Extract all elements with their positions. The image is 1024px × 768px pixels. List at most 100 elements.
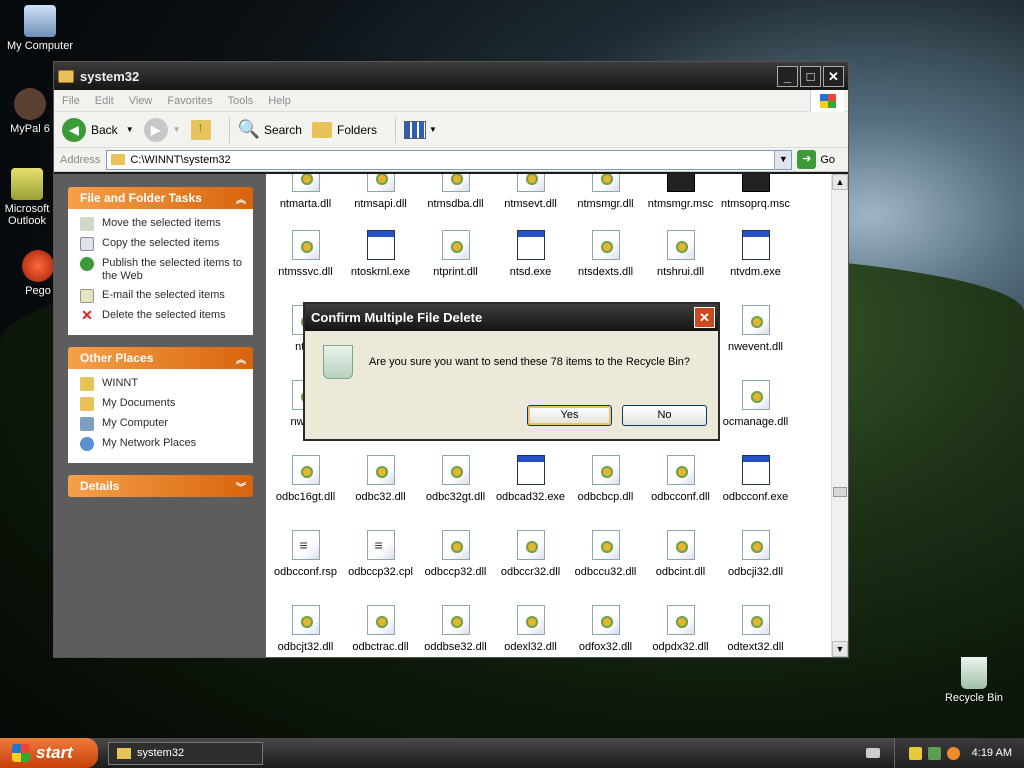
minimize-button[interactable]: _	[777, 65, 798, 87]
file-item[interactable]: ocmanage.dll	[718, 380, 793, 428]
file-item[interactable]: ntshrui.dll	[643, 230, 718, 278]
file-item[interactable]: odtext32.dll	[718, 605, 793, 653]
dialog-titlebar[interactable]: Confirm Multiple File Delete ✕	[305, 304, 718, 331]
security-shield-icon[interactable]	[908, 746, 922, 760]
panel-header[interactable]: File and Folder Tasks ︽	[68, 187, 253, 209]
panel-header[interactable]: Details ︾	[68, 475, 253, 497]
recycle-bin-icon	[323, 345, 353, 379]
scroll-down-icon[interactable]: ▼	[832, 641, 848, 657]
file-item[interactable]: odbc32gt.dll	[418, 455, 493, 503]
place-my-computer[interactable]: My Computer	[80, 417, 253, 431]
file-item[interactable]: ntmsevt.dll	[493, 174, 568, 210]
start-button[interactable]: start	[0, 738, 98, 768]
window-titlebar[interactable]: system32 _ □ ✕	[54, 62, 848, 90]
file-item[interactable]: ntvdm.exe	[718, 230, 793, 278]
dll-file-icon	[441, 455, 470, 485]
address-value: C:\WINNT\system32	[130, 153, 231, 166]
vertical-scrollbar[interactable]: ▲ ▼	[831, 174, 848, 657]
menu-file[interactable]: File	[62, 95, 80, 107]
collapse-icon[interactable]: ︽	[236, 351, 246, 366]
search-icon[interactable]	[946, 746, 960, 760]
go-button[interactable]: ➜ Go	[797, 150, 835, 169]
task-publish[interactable]: Publish the selected items to the Web	[80, 257, 253, 283]
file-name: ntsd.exe	[509, 266, 552, 278]
file-item[interactable]: odfox32.dll	[568, 605, 643, 653]
place-my-network[interactable]: My Network Places	[80, 437, 253, 451]
file-item[interactable]: odbccr32.dll	[493, 530, 568, 578]
expand-icon[interactable]: ︾	[236, 479, 246, 494]
network-icon[interactable]	[927, 746, 941, 760]
task-move[interactable]: Move the selected items	[80, 217, 253, 231]
menu-tools[interactable]: Tools	[228, 95, 254, 107]
collapse-icon[interactable]: ︽	[236, 191, 246, 206]
file-item[interactable]: odbcjt32.dll	[268, 605, 343, 653]
back-button[interactable]: ◀ Back ▼	[62, 117, 134, 142]
panel-header[interactable]: Other Places ︽	[68, 347, 253, 369]
task-delete[interactable]: ✕ Delete the selected items	[80, 308, 253, 323]
file-item[interactable]: ntmsdba.dll	[418, 174, 493, 210]
forward-arrow-icon: ▶	[143, 117, 168, 142]
address-input[interactable]: C:\WINNT\system32 ▼	[106, 149, 793, 170]
chevron-down-icon[interactable]: ▼	[126, 125, 134, 134]
menu-edit[interactable]: Edit	[95, 95, 114, 107]
yes-button[interactable]: Yes	[527, 405, 612, 426]
clock[interactable]: 4:19 AM	[972, 747, 1012, 759]
file-item[interactable]: odbccu32.dll	[568, 530, 643, 578]
file-item[interactable]: odbccp32.cpl	[343, 530, 418, 578]
file-item[interactable]: oddbse32.dll	[418, 605, 493, 653]
file-item[interactable]: nwevent.dll	[718, 305, 793, 353]
menu-view[interactable]: View	[129, 95, 153, 107]
file-item[interactable]: odbcconf.dll	[643, 455, 718, 503]
file-item[interactable]: odbctrac.dll	[343, 605, 418, 653]
menu-help[interactable]: Help	[268, 95, 291, 107]
file-item[interactable]: ntmsoprq.msc	[718, 174, 793, 210]
file-item[interactable]: ntsd.exe	[493, 230, 568, 278]
file-item[interactable]: odbcbcp.dll	[568, 455, 643, 503]
file-item[interactable]: odbcint.dll	[643, 530, 718, 578]
file-item[interactable]: odbcconf.rsp	[268, 530, 343, 578]
close-button[interactable]: ✕	[823, 65, 844, 87]
views-button[interactable]: ▼	[404, 120, 437, 139]
file-item[interactable]: odpdx32.dll	[643, 605, 718, 653]
forward-button[interactable]: ▶ ▼	[143, 117, 181, 142]
search-button[interactable]: 🔍 Search	[238, 119, 302, 140]
file-item[interactable]: ntmsmgr.dll	[568, 174, 643, 210]
dll-file-icon	[666, 455, 695, 485]
file-item[interactable]: odexl32.dll	[493, 605, 568, 653]
desktop-icon-mypal[interactable]: MyPal 6	[0, 88, 60, 135]
file-item[interactable]: ntmsmgr.msc	[643, 174, 718, 210]
scroll-up-icon[interactable]: ▲	[832, 174, 848, 190]
file-item[interactable]: odbcji32.dll	[718, 530, 793, 578]
file-item[interactable]: ntmsapi.dll	[343, 174, 418, 210]
file-item[interactable]: odbccp32.dll	[418, 530, 493, 578]
no-button[interactable]: No	[622, 405, 707, 426]
chevron-down-icon[interactable]: ▼	[173, 125, 181, 134]
file-item[interactable]: odbc32.dll	[343, 455, 418, 503]
up-folder-button[interactable]: ↑	[190, 119, 211, 140]
task-email[interactable]: E-mail the selected items	[80, 289, 253, 303]
place-winnt[interactable]: WINNT	[80, 377, 253, 391]
desktop-icon-outlook[interactable]: Microsoft Outlook	[0, 168, 54, 227]
taskbar-item-system32[interactable]: system32	[108, 741, 263, 765]
back-label: Back	[91, 122, 118, 137]
menu-favorites[interactable]: Favorites	[167, 95, 212, 107]
desktop-icon-recycle-bin[interactable]: Recycle Bin	[934, 657, 1014, 704]
task-copy[interactable]: Copy the selected items	[80, 237, 253, 251]
folders-button[interactable]: Folders	[311, 121, 377, 138]
desktop-icon-my-computer[interactable]: My Computer	[0, 5, 80, 52]
file-item[interactable]: odbc16gt.dll	[268, 455, 343, 503]
scroll-thumb[interactable]	[833, 487, 847, 497]
file-item[interactable]: ntsdexts.dll	[568, 230, 643, 278]
file-item[interactable]: odbcad32.exe	[493, 455, 568, 503]
file-item[interactable]: ntmssvc.dll	[268, 230, 343, 278]
maximize-button[interactable]: □	[800, 65, 821, 87]
dialog-close-button[interactable]: ✕	[694, 307, 715, 328]
file-item[interactable]: ntprint.dll	[418, 230, 493, 278]
file-item[interactable]: ntmarta.dll	[268, 174, 343, 210]
place-my-documents[interactable]: My Documents	[80, 397, 253, 411]
panel-title: Other Places	[80, 351, 154, 365]
file-item[interactable]: ntoskrnl.exe	[343, 230, 418, 278]
file-item[interactable]: odbcconf.exe	[718, 455, 793, 503]
address-dropdown-icon[interactable]: ▼	[774, 150, 792, 169]
keyboard-icon[interactable]	[866, 748, 880, 758]
